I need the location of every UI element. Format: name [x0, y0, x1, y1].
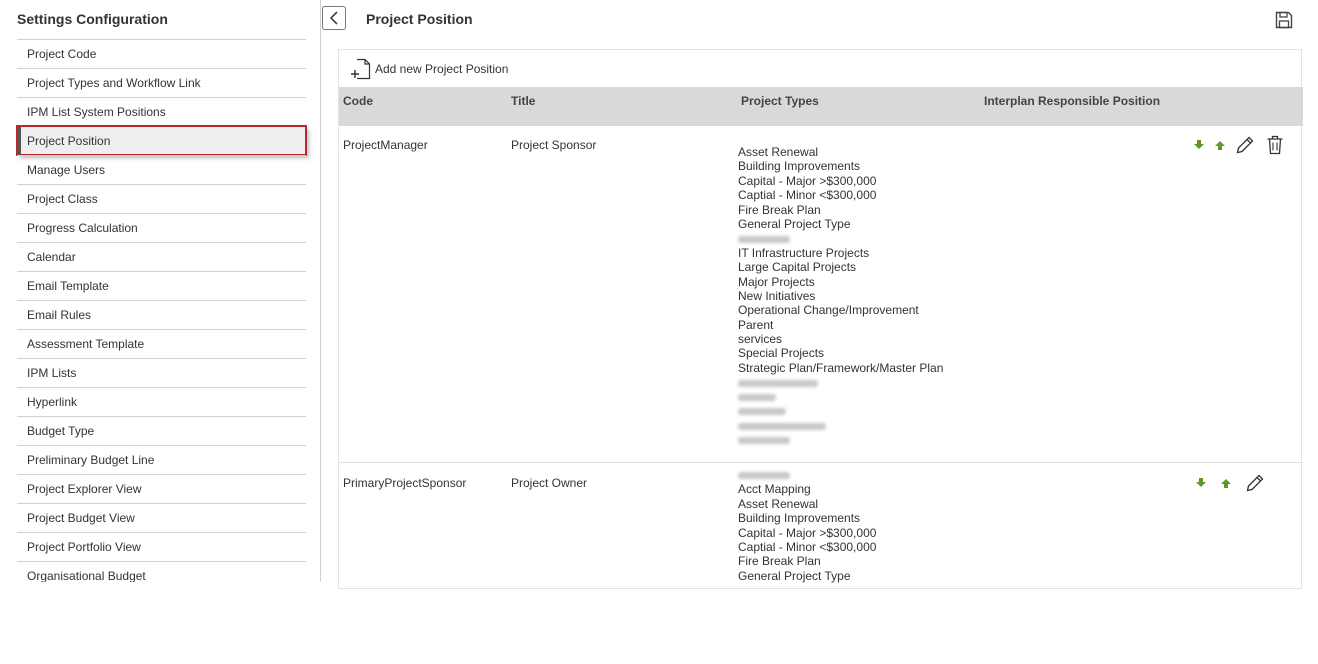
- back-button[interactable]: [322, 6, 346, 30]
- edit-button[interactable]: [1234, 134, 1256, 156]
- sidebar-item-calendar[interactable]: Calendar: [17, 242, 306, 271]
- project-types-list: Acct Mapping Asset Renewal Building Improv…: [738, 468, 876, 583]
- position-code: PrimaryProjectSponsor: [343, 476, 467, 490]
- project-type-item: Building Improvements: [738, 511, 861, 526]
- sidebar-item-progress-calculation[interactable]: Progress Calculation: [17, 213, 306, 242]
- project-type-item: Capital - Major >$300,000: [738, 173, 877, 188]
- project-type-item: [738, 231, 943, 245]
- add-document-icon: [351, 58, 371, 80]
- project-type-item: Fire Break Plan: [738, 202, 821, 217]
- arrow-down-icon: [1196, 478, 1206, 487]
- arrow-up-icon: [1215, 141, 1225, 150]
- sidebar-item-project-types-and-workflow-link[interactable]: Project Types and Workflow Link: [17, 68, 306, 97]
- redacted-text: [738, 472, 790, 480]
- row-divider: [339, 462, 1303, 463]
- move-up-button[interactable]: [1219, 473, 1233, 493]
- redacted-text: [738, 235, 790, 243]
- pencil-icon: [1246, 474, 1264, 492]
- save-icon: [1275, 11, 1293, 29]
- project-type-item: Operational Change/Improvement: [738, 303, 919, 318]
- project-type-item: IT Infrastructure Projects: [738, 245, 870, 260]
- sidebar-item-email-template[interactable]: Email Template: [17, 271, 306, 300]
- chevron-left-icon: [329, 11, 338, 25]
- sidebar-item-project-class[interactable]: Project Class: [17, 184, 306, 213]
- sidebar-item-ipm-list-system-positions[interactable]: IPM List System Positions: [17, 97, 306, 126]
- edit-button[interactable]: [1244, 472, 1266, 494]
- trash-icon: [1267, 135, 1283, 155]
- sidebar-item-preliminary-budget-line[interactable]: Preliminary Budget Line: [17, 445, 306, 474]
- column-header-title[interactable]: Title: [511, 94, 535, 108]
- sidebar-item-project-code[interactable]: Project Code: [17, 39, 306, 68]
- project-type-item: [738, 375, 943, 389]
- redacted-text: [738, 393, 776, 401]
- project-type-item: Captial - Minor <$300,000: [738, 188, 877, 203]
- project-types-list: Asset Renewal Building Improvements Capita…: [738, 145, 943, 447]
- delete-button[interactable]: [1264, 134, 1286, 156]
- sidebar-item-assessment-template[interactable]: Assessment Template: [17, 329, 306, 358]
- sidebar-item-organisational-budget[interactable]: Organisational Budget: [17, 561, 306, 582]
- sidebar-item-project-budget-view[interactable]: Project Budget View: [17, 503, 306, 532]
- row-actions: [1192, 134, 1286, 156]
- pencil-icon: [1236, 136, 1254, 154]
- project-type-item: Parent: [738, 317, 774, 332]
- project-type-item: Acct Mapping: [738, 482, 811, 497]
- redacted-text: [738, 437, 790, 445]
- position-title: Project Owner: [511, 476, 588, 490]
- sidebar-list: Project Code Project Types and Workflow L…: [16, 39, 307, 582]
- column-header-project-types[interactable]: Project Types: [741, 94, 819, 108]
- table-row: ProjectManager Project Sponsor Asset Renew…: [339, 126, 1303, 462]
- position-title: Project Sponsor: [511, 138, 597, 152]
- column-header-code[interactable]: Code: [343, 94, 373, 108]
- redacted-text: [738, 379, 818, 387]
- project-type-item: General Project Type: [738, 568, 851, 583]
- main-content: Project Position Add new Project Positio…: [322, 0, 1318, 589]
- positions-panel: Add new Project Position Code Title Proj…: [338, 49, 1303, 589]
- move-down-button[interactable]: [1192, 135, 1206, 155]
- project-type-item: [738, 418, 943, 432]
- sidebar-item-manage-users[interactable]: Manage Users: [17, 155, 306, 184]
- project-type-item: [738, 390, 943, 404]
- add-project-position-button[interactable]: Add new Project Position: [351, 58, 508, 80]
- sidebar-title: Settings Configuration: [17, 11, 168, 27]
- table-header: Code Title Project Types Interplan Respo…: [339, 87, 1303, 126]
- project-type-item: Strategic Plan/Framework/Master Plan: [738, 360, 944, 375]
- settings-sidebar: Settings Configuration Project Code Proje…: [0, 0, 321, 582]
- move-up-button[interactable]: [1213, 135, 1227, 155]
- project-type-item: Asset Renewal: [738, 496, 819, 511]
- sidebar-item-email-rules[interactable]: Email Rules: [17, 300, 306, 329]
- project-type-item: Building Improvements: [738, 159, 861, 174]
- project-type-item: Fire Break Plan: [738, 554, 821, 569]
- redacted-text: [738, 422, 826, 430]
- project-type-item: Capital - Major >$300,000: [738, 525, 877, 540]
- sidebar-item-ipm-lists[interactable]: IPM Lists: [17, 358, 306, 387]
- arrow-down-icon: [1194, 140, 1204, 149]
- project-type-item: [738, 404, 943, 418]
- arrow-up-icon: [1221, 479, 1231, 488]
- sidebar-item-project-portfolio-view[interactable]: Project Portfolio View: [17, 532, 306, 561]
- project-type-item: services: [738, 332, 783, 347]
- project-type-item: Captial - Minor <$300,000: [738, 539, 877, 554]
- add-button-label: Add new Project Position: [375, 62, 509, 76]
- project-type-item: Special Projects: [738, 346, 825, 361]
- sidebar-item-project-explorer-view[interactable]: Project Explorer View: [17, 474, 306, 503]
- project-type-item: [738, 468, 876, 482]
- move-down-button[interactable]: [1194, 473, 1208, 493]
- sidebar-item-budget-type[interactable]: Budget Type: [17, 416, 306, 445]
- project-type-item: New Initiatives: [738, 288, 816, 303]
- project-type-item: Large Capital Projects: [738, 260, 857, 275]
- sidebar-item-hyperlink[interactable]: Hyperlink: [17, 387, 306, 416]
- table-row: PrimaryProjectSponsor Project Owner Acct M…: [339, 464, 1303, 664]
- page-title: Project Position: [366, 11, 473, 27]
- position-code: ProjectManager: [343, 138, 428, 152]
- project-type-item: Asset Renewal: [738, 145, 819, 159]
- row-actions: [1194, 472, 1274, 494]
- redacted-text: [738, 408, 786, 416]
- project-type-item: General Project Type: [738, 216, 851, 231]
- save-button[interactable]: [1274, 10, 1294, 30]
- column-header-responsible-position[interactable]: Interplan Responsible Position: [984, 94, 1160, 108]
- sidebar-item-project-position[interactable]: Project Position: [16, 125, 307, 156]
- project-type-item: [738, 433, 943, 447]
- project-type-item: Major Projects: [738, 274, 815, 289]
